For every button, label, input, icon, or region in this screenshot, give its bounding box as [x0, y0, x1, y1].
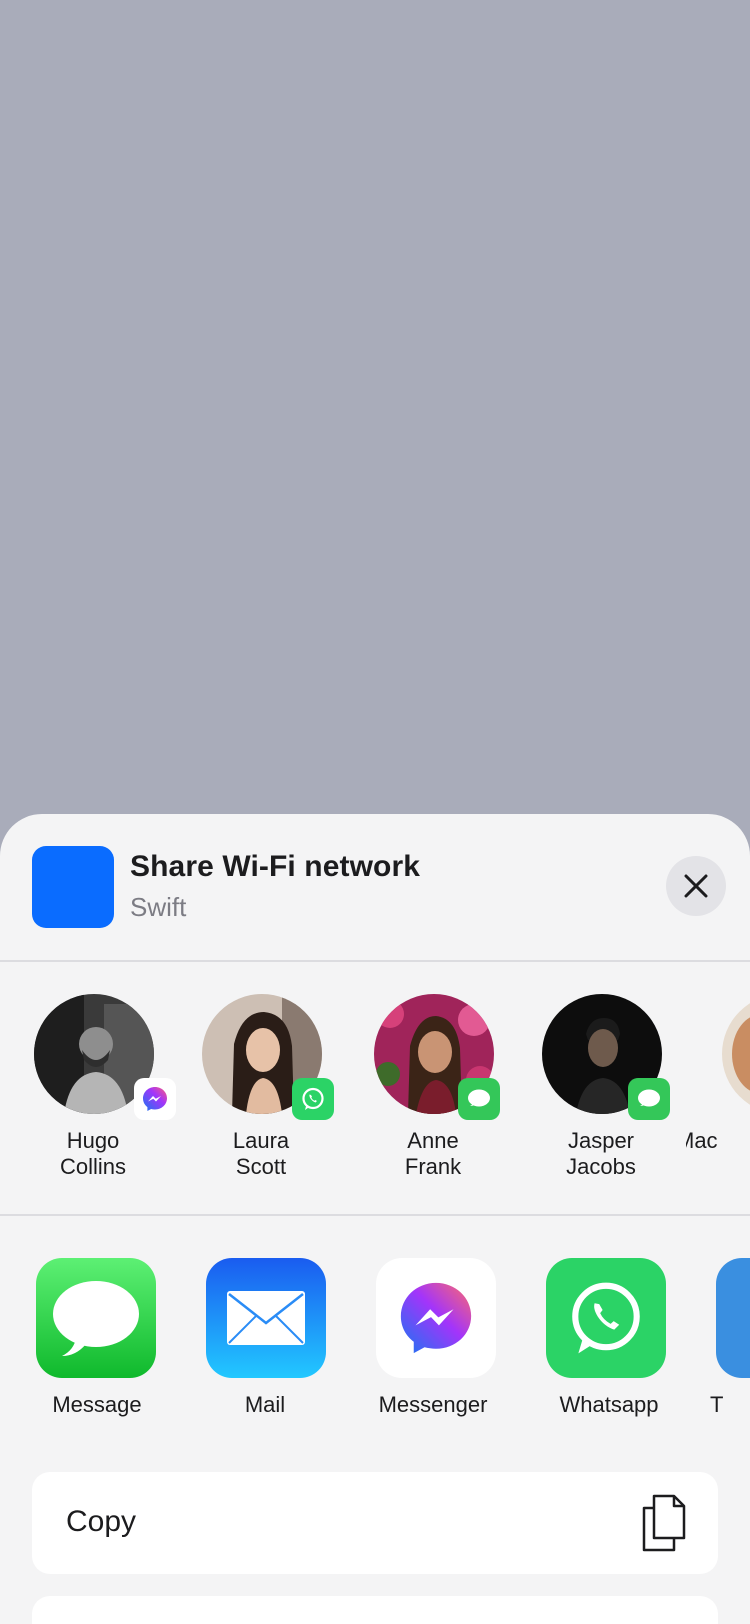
- contact-name: Jasper Jacobs: [566, 1128, 636, 1179]
- apps-row: Message Mail Messenger Whatsapp T: [0, 1218, 750, 1448]
- app-thumbnail: [32, 846, 114, 928]
- copy-action[interactable]: Copy: [32, 1472, 718, 1574]
- contact-name: Mac: [686, 1128, 718, 1153]
- app-twitter-partial[interactable]: T: [690, 1258, 750, 1438]
- next-action[interactable]: [32, 1596, 718, 1624]
- share-sheet-header: Share Wi-Fi network Swift: [0, 814, 750, 960]
- messenger-badge-icon: [134, 1078, 176, 1120]
- contact-partial[interactable]: Mac: [686, 994, 750, 1194]
- messenger-app-icon: [376, 1258, 496, 1378]
- app-label: Whatsapp: [559, 1392, 659, 1417]
- app-label: Mail: [244, 1392, 286, 1417]
- message-badge-icon: [458, 1078, 500, 1120]
- contact-name: Anne Frank: [404, 1128, 462, 1179]
- dimmed-backdrop[interactable]: [0, 0, 750, 814]
- app-label: Message: [52, 1392, 142, 1417]
- app-label: Messenger: [378, 1392, 488, 1417]
- copy-icon: [642, 1494, 686, 1552]
- contacts-row: Hugo Collins Laura Scott Anne Frank Jasp…: [0, 962, 750, 1216]
- contact-name: Laura Scott: [232, 1128, 290, 1179]
- xmark-icon: [684, 874, 708, 898]
- avatar: [722, 994, 750, 1114]
- share-sheet: Share Wi-Fi network Swift Hugo Collins L…: [0, 814, 750, 1624]
- twitter-app-icon: [716, 1258, 750, 1378]
- messages-app-icon: [36, 1258, 156, 1378]
- contact-name: Hugo Collins: [59, 1128, 127, 1179]
- action-label: Copy: [66, 1505, 137, 1538]
- share-title: Share Wi-Fi network: [130, 850, 421, 883]
- message-badge-icon: [628, 1078, 670, 1120]
- mail-app-icon: [206, 1258, 326, 1378]
- app-label: T: [710, 1392, 724, 1417]
- divider: [0, 1214, 750, 1216]
- close-button[interactable]: [666, 856, 726, 916]
- whatsapp-badge-icon: [292, 1078, 334, 1120]
- whatsapp-app-icon: [546, 1258, 666, 1378]
- share-subtitle: Swift: [130, 892, 187, 922]
